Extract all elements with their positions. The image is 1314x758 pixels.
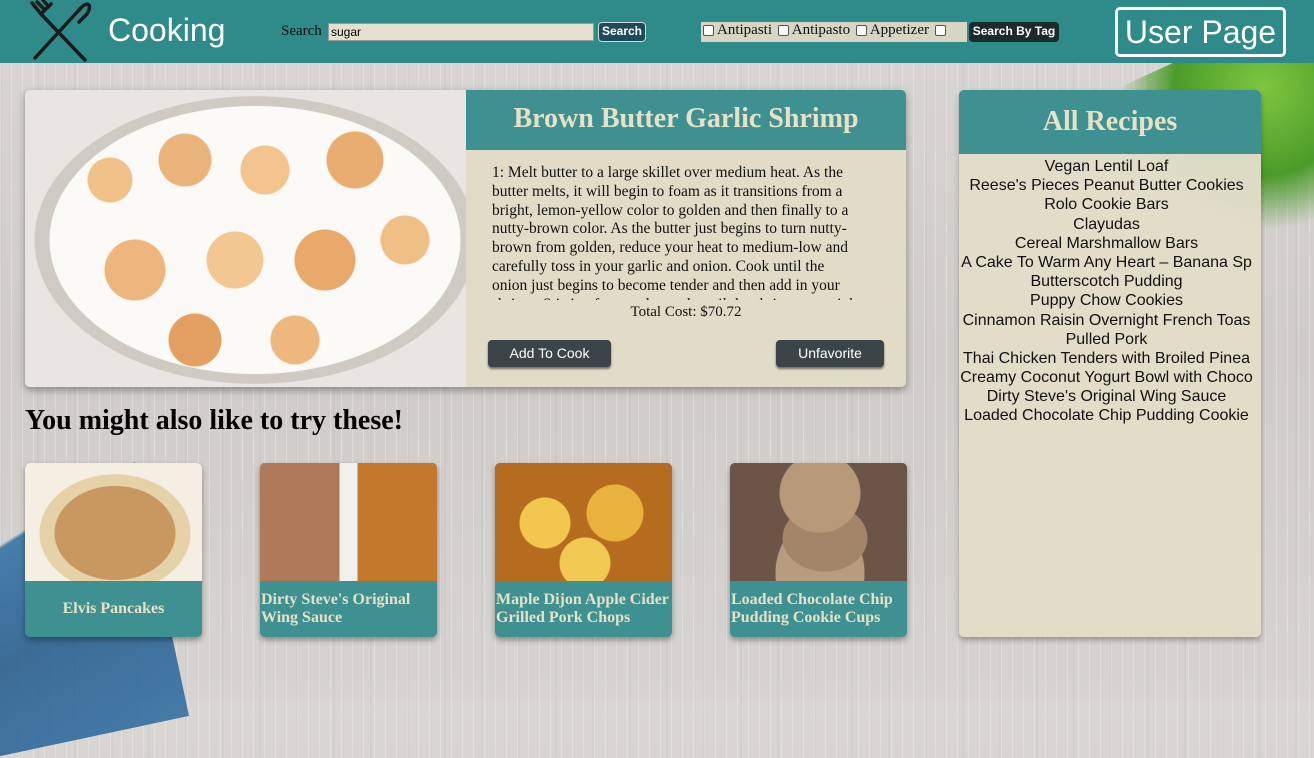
recipe-link[interactable]: Butterscotch Pudding: [959, 272, 1254, 291]
top-navbar: Cooking Search Search Antipasti Antipast…: [0, 0, 1314, 63]
featured-recipe-card: Brown Butter Garlic Shrimp 1: Melt butte…: [25, 90, 906, 387]
recipe-link[interactable]: Rolo Cookie Bars: [959, 195, 1254, 214]
checkbox[interactable]: [777, 25, 789, 36]
recipe-link[interactable]: Clayudas: [959, 215, 1254, 234]
suggestion-title[interactable]: Elvis Pancakes: [25, 581, 202, 637]
suggestion-card[interactable]: Elvis Pancakes: [25, 463, 202, 637]
tag-label: Antipasto: [791, 22, 851, 38]
recipe-link[interactable]: Reese's Pieces Peanut Butter Cookies: [959, 176, 1254, 195]
recipe-link[interactable]: Puppy Chow Cookies: [959, 291, 1254, 310]
tag-filter-list: Antipasti Antipasto Appetizer: [701, 22, 967, 42]
suggestions-heading: You might also like to try these!: [25, 405, 403, 436]
tag-antipasto[interactable]: Antipasto: [776, 22, 850, 39]
recipe-thumbnail[interactable]: [25, 463, 202, 581]
recipe-thumbnail[interactable]: [260, 463, 437, 581]
tag-label: Appetizer: [869, 22, 929, 38]
recipe-thumbnail[interactable]: [730, 463, 907, 581]
recipe-instructions[interactable]: 1: Melt butter to a large skillet over m…: [492, 164, 860, 300]
all-recipes-panel: All Recipes Vegan Lentil Loaf Reese's Pi…: [959, 90, 1261, 637]
suggestion-card[interactable]: Loaded Chocolate Chip Pudding Cookie Cup…: [730, 463, 907, 637]
suggestion-title[interactable]: Dirty Steve's Original Wing Sauce: [260, 581, 437, 637]
suggestion-title[interactable]: Loaded Chocolate Chip Pudding Cookie Cup…: [730, 581, 907, 637]
tag-label: Antipasti: [717, 22, 772, 38]
checkbox[interactable]: [855, 25, 867, 36]
recipe-title: Brown Butter Garlic Shrimp: [466, 90, 906, 150]
recipe-link[interactable]: Cinnamon Raisin Overnight French Toas: [959, 311, 1254, 330]
recipe-thumbnail[interactable]: [495, 463, 672, 581]
brand-title[interactable]: Cooking: [108, 12, 225, 49]
recipe-link[interactable]: A Cake To Warm Any Heart – Banana Sp: [959, 253, 1254, 272]
recipe-link[interactable]: Creamy Coconut Yogurt Bowl with Choco: [959, 368, 1254, 387]
suggestion-card[interactable]: Maple Dijon Apple Cider Grilled Pork Cho…: [495, 463, 672, 637]
recipe-link[interactable]: Loaded Chocolate Chip Pudding Cookie: [959, 406, 1254, 425]
recipe-link[interactable]: Pulled Pork: [959, 330, 1254, 349]
checkbox[interactable]: [934, 25, 946, 36]
recipe-link[interactable]: Thai Chicken Tenders with Broiled Pinea: [959, 349, 1254, 368]
all-recipes-list: Vegan Lentil Loaf Reese's Pieces Peanut …: [959, 157, 1254, 426]
search-by-tag-button[interactable]: Search By Tag: [969, 22, 1059, 42]
suggestion-title[interactable]: Maple Dijon Apple Cider Grilled Pork Cho…: [495, 581, 672, 637]
tag-appetizer[interactable]: Appetizer: [854, 22, 929, 39]
tag-antipasti[interactable]: Antipasti: [701, 22, 772, 39]
all-recipes-title: All Recipes: [959, 90, 1261, 154]
search-button[interactable]: Search: [598, 22, 646, 42]
checkbox[interactable]: [703, 25, 714, 36]
recipe-link[interactable]: Vegan Lentil Loaf: [959, 157, 1254, 176]
recipe-link[interactable]: Cereal Marshmallow Bars: [959, 234, 1254, 253]
suggestion-card[interactable]: Dirty Steve's Original Wing Sauce: [260, 463, 437, 637]
total-cost: Total Cost: $70.72: [630, 304, 742, 320]
search-label: Search: [281, 23, 322, 39]
tag-next[interactable]: [933, 25, 949, 36]
add-to-cook-button[interactable]: Add To Cook: [488, 340, 611, 367]
search-input[interactable]: [328, 23, 594, 41]
user-page-button[interactable]: User Page: [1115, 7, 1286, 57]
recipe-link[interactable]: Dirty Steve's Original Wing Sauce: [959, 387, 1254, 406]
recipe-image: [25, 90, 466, 387]
unfavorite-button[interactable]: Unfavorite: [776, 340, 884, 367]
fork-knife-icon[interactable]: [27, 0, 93, 64]
